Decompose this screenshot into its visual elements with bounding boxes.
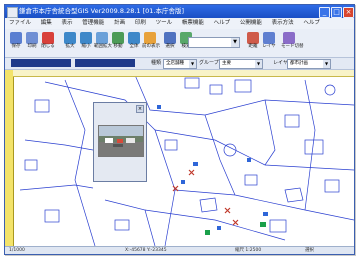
chevron-down-icon: ▼ xyxy=(189,60,196,68)
toolbar-button[interactable]: 拡大 xyxy=(62,31,78,55)
toolbar-button-label: 印刷 xyxy=(27,44,37,49)
toolbar-button[interactable]: 閉じる xyxy=(40,31,56,55)
select-icon xyxy=(164,32,176,44)
chevron-down-icon: ▼ xyxy=(231,38,239,47)
toolbar-button-label: 移動 xyxy=(113,44,123,49)
street-photo xyxy=(98,125,144,157)
toolbar-button-label: 縮小 xyxy=(81,44,91,49)
zoom-in-icon xyxy=(64,32,76,44)
minimize-button[interactable]: _ xyxy=(319,7,330,18)
toolbar-button[interactable]: 縮小 xyxy=(78,31,94,55)
menu-item[interactable]: 印刷 xyxy=(131,18,150,29)
menu-bar: ファイル 編集 表示 管理機能 計画 印刷 ツール 帳票機能 ヘルプ 公開機能 … xyxy=(5,18,354,29)
status-bar: 1/1000 X:-45678 Y:-23345 縮尺 1:2500 選択 xyxy=(5,246,354,254)
type-value: 全店舗種 xyxy=(166,61,184,66)
app-icon xyxy=(7,7,18,18)
toolbar-button[interactable]: 距離 xyxy=(245,31,261,55)
toolbar-button-label: 選択 xyxy=(165,44,175,49)
chevron-down-icon: ▼ xyxy=(323,60,330,68)
layer-icon xyxy=(263,32,275,44)
close-button[interactable]: × xyxy=(343,7,354,18)
menu-item[interactable]: 表示 xyxy=(58,18,77,29)
zoom-area-icon xyxy=(96,32,108,44)
save-icon xyxy=(10,32,22,44)
status-indicator xyxy=(75,59,135,67)
status-scale: 縮尺 1:2500 xyxy=(235,248,262,253)
toolbar-button[interactable]: 範囲拡大 xyxy=(94,31,112,55)
menu-item[interactable]: 管理機能 xyxy=(78,18,108,29)
toolbar-button-label: 距離 xyxy=(248,44,258,49)
group-label: グループ xyxy=(199,60,219,66)
map-canvas xyxy=(19,74,354,246)
menu-item[interactable]: ファイル xyxy=(5,18,35,29)
mode-icon xyxy=(283,32,295,44)
horizontal-ruler xyxy=(13,70,354,77)
layer-select[interactable]: 都市計画 ▼ xyxy=(287,59,331,69)
status-mode: 選択 xyxy=(305,248,314,253)
toolbar-button[interactable]: モード切替 xyxy=(281,31,304,55)
status-coords: X:-45678 Y:-23345 xyxy=(125,248,167,253)
toolbar-button[interactable]: 全体 xyxy=(126,31,142,55)
window-title: 鎌倉市本庁舎統合型GIS Ver2009.8.28.1 [01.本庁舎版] xyxy=(19,7,185,15)
measure-icon xyxy=(247,32,259,44)
toolbar-button-label: 閉じる xyxy=(41,44,55,49)
toolbar-button-label: 全体 xyxy=(129,44,139,49)
print-icon xyxy=(26,32,38,44)
toolbar-button[interactable]: 保存 xyxy=(8,31,24,55)
main-window: 鎌倉市本庁舎統合型GIS Ver2009.8.28.1 [01.本庁舎版] _ … xyxy=(4,4,355,255)
layer-value: 都市計画 xyxy=(290,61,308,66)
group-value: 主要 xyxy=(222,61,231,66)
close-icon xyxy=(42,32,54,44)
toolbar-combo[interactable]: ▼ xyxy=(188,37,240,48)
type-select[interactable]: 全店舗種 ▼ xyxy=(163,59,197,69)
toolbar-button[interactable]: 前の表示 xyxy=(142,31,160,55)
toolbar-button-label: レイヤ xyxy=(262,44,276,49)
layer-label: レイヤ xyxy=(273,60,288,66)
photo-close-button[interactable]: × xyxy=(136,105,144,113)
toolbar-button-label: モード切替 xyxy=(281,44,304,49)
type-label: 種類 xyxy=(151,60,162,66)
group-select[interactable]: 主要 ▼ xyxy=(219,59,263,69)
full-extent-icon xyxy=(128,32,140,44)
toolbar-button[interactable]: レイヤ xyxy=(261,31,277,55)
toolbar-button-label: 保存 xyxy=(11,44,21,49)
toolbar-button-label: 範囲拡大 xyxy=(94,44,112,49)
menu-item[interactable]: 表示方法 xyxy=(268,18,298,29)
maximize-button[interactable]: □ xyxy=(331,7,342,18)
pan-icon xyxy=(112,32,124,44)
map-view[interactable]: × xyxy=(5,70,354,246)
menu-item[interactable]: 計画 xyxy=(110,18,129,29)
toolbar-button[interactable]: 移動 xyxy=(110,31,126,55)
menu-item[interactable]: ヘルプ xyxy=(210,18,235,29)
toolbar-button-label: 前の表示 xyxy=(142,44,160,49)
menu-item[interactable]: ツール xyxy=(152,18,177,29)
menu-item[interactable]: 帳票機能 xyxy=(178,18,208,29)
menu-item[interactable]: ヘルプ xyxy=(299,18,324,29)
title-bar: 鎌倉市本庁舎統合型GIS Ver2009.8.28.1 [01.本庁舎版] _ … xyxy=(5,5,354,18)
chevron-down-icon: ▼ xyxy=(255,60,262,68)
filter-bar: 種類 全店舗種 ▼ グループ 主要 ▼ レイヤ 都市計画 ▼ xyxy=(5,58,354,70)
zoom-out-icon xyxy=(80,32,92,44)
progress-indicator xyxy=(11,59,71,67)
back-icon xyxy=(144,32,156,44)
photo-popup[interactable]: × xyxy=(93,102,147,182)
vertical-ruler xyxy=(5,70,14,246)
toolbar: 保存 印刷 閉じる 拡大 縮小 範囲拡大 移動 全体 前の表示 選択 検索 距離 レイヤ モード切替 ▼ xyxy=(5,29,354,58)
toolbar-button-label: 拡大 xyxy=(65,44,75,49)
toolbar-button[interactable]: 選択 xyxy=(162,31,178,55)
menu-item[interactable]: 編集 xyxy=(37,18,56,29)
toolbar-button[interactable]: 印刷 xyxy=(24,31,40,55)
status-left: 1/1000 xyxy=(9,248,25,253)
menu-item[interactable]: 公開機能 xyxy=(236,18,266,29)
